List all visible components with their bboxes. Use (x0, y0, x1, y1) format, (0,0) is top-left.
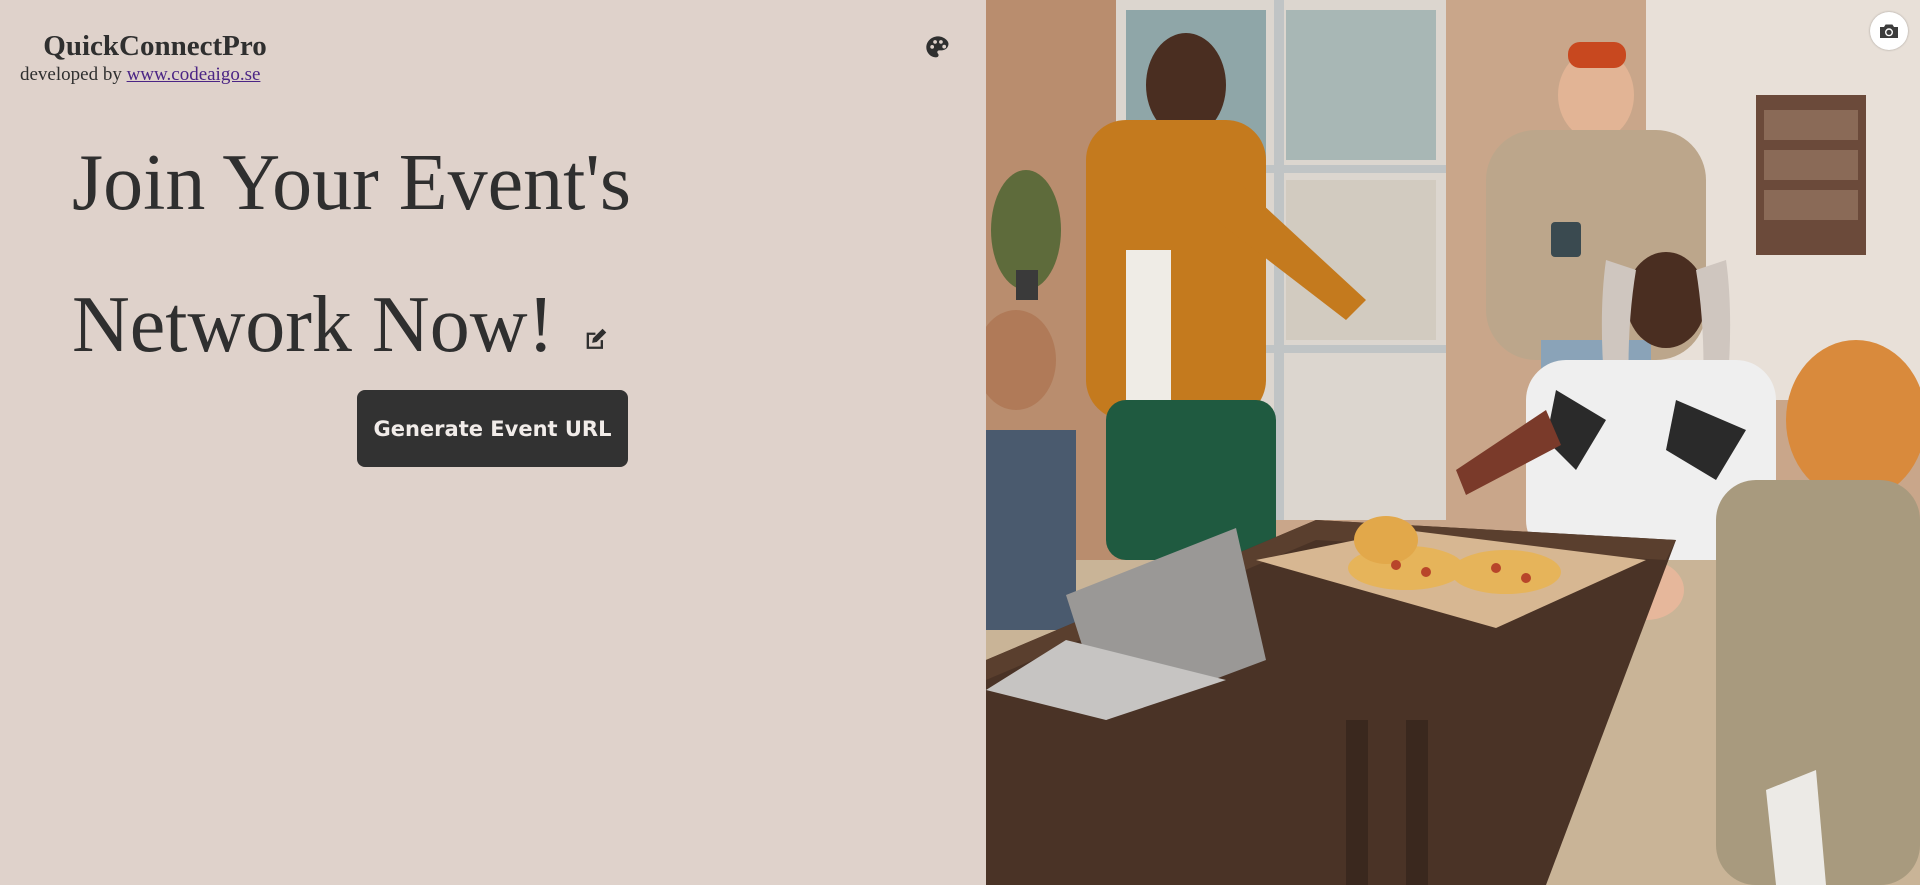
hero-headline: Join Your Event's Network Now! (72, 112, 892, 396)
headline-line-2-wrapper: Network Now! (72, 254, 892, 396)
palette-icon[interactable] (924, 34, 952, 62)
camera-icon[interactable] (1870, 12, 1908, 50)
left-pane: QuickConnectPro developed by www.codeaig… (0, 0, 986, 885)
app-root: QuickConnectPro developed by www.codeaig… (0, 0, 1920, 885)
brand-title: QuickConnectPro (43, 30, 267, 62)
brand-subtitle: developed by www.codeaigo.se (20, 64, 290, 86)
headline-line-1: Join Your Event's (72, 139, 631, 227)
developer-link[interactable]: www.codeaigo.se (127, 64, 261, 85)
brand-header: QuickConnectPro developed by www.codeaig… (20, 28, 290, 86)
generate-event-url-button[interactable]: Generate Event URL (357, 390, 628, 467)
headline-line-2: Network Now! (72, 281, 555, 369)
hero-photo-illustration (986, 0, 1920, 885)
hero-photo (986, 0, 1920, 885)
edit-icon[interactable] (582, 256, 610, 349)
developed-by-text: developed by (20, 64, 122, 85)
